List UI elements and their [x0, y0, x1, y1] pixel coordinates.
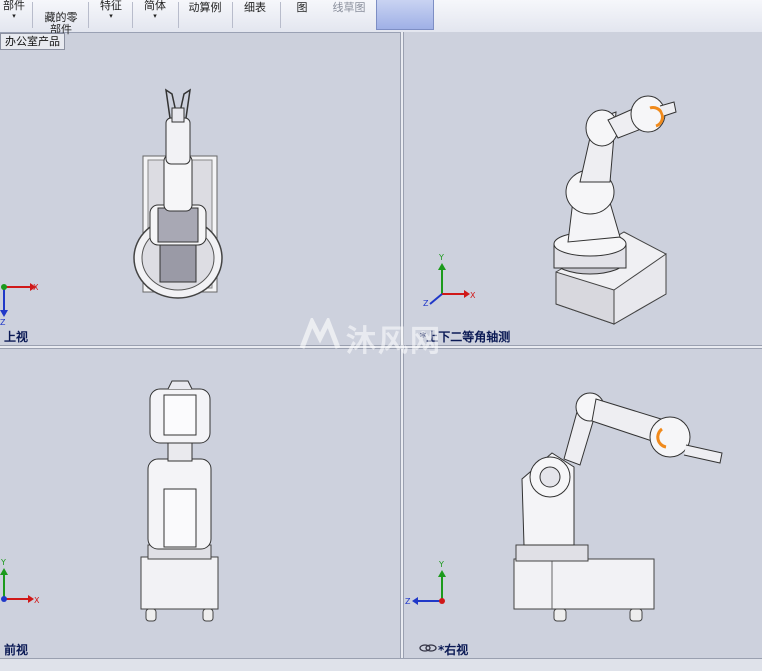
viewport-right[interactable]: Y Z *右视: [404, 349, 762, 658]
status-bar: [0, 658, 762, 671]
ribbon-item-motion-study[interactable]: 动算例: [183, 0, 227, 30]
axis-z-label: Z: [423, 299, 429, 308]
ribbon-item-drawing[interactable]: 图: [290, 0, 314, 30]
chevron-down-icon: ▾: [153, 12, 157, 20]
watermark-text: 沐风网: [346, 324, 442, 359]
ribbon-item-bodies[interactable]: 简体 ▾: [138, 0, 172, 30]
viewport-label-top: 上视: [4, 330, 29, 344]
viewport-front[interactable]: Y X 前视: [0, 349, 400, 658]
axis-x-label: X: [33, 283, 39, 292]
ribbon-separator: [232, 2, 233, 28]
axis-x-label: X: [34, 596, 40, 605]
robot-arm-dimetric-view: [553, 95, 677, 325]
robot-arm-top-view: [133, 88, 223, 299]
ribbon-item-bom[interactable]: 细表: [238, 0, 272, 30]
viewport-label-front: 前视: [4, 643, 29, 657]
command-ribbon: 部件 ▾ 藏的零 部件 特征 ▾ 简体 ▾ 动算例 细表 图 线草图: [0, 0, 762, 36]
viewport-top[interactable]: X Z 上视: [0, 50, 400, 345]
document-tab[interactable]: 办公室产品: [0, 33, 65, 50]
ribbon-separator: [132, 2, 133, 28]
axis-y-label: Y: [438, 253, 444, 262]
viewport-label-right: *右视: [438, 643, 469, 657]
ribbon-separator: [178, 2, 179, 28]
axis-x-label: X: [470, 291, 476, 300]
chevron-down-icon: ▾: [109, 12, 113, 20]
triad-axes: Y X: [0, 558, 40, 605]
ribbon-active-tab[interactable]: [376, 0, 434, 30]
ribbon-item-line-sketch[interactable]: 线草图: [328, 0, 370, 30]
link-views-icon[interactable]: [419, 644, 437, 652]
axis-y-label: Y: [0, 558, 6, 567]
ribbon-item-hidden-parts[interactable]: 藏的零 部件: [38, 0, 84, 36]
axis-z-label: Z: [405, 597, 411, 606]
ribbon-separator: [280, 2, 281, 28]
ribbon-separator: [32, 2, 33, 28]
ribbon-separator: [88, 2, 89, 28]
ribbon-item-features[interactable]: 特征 ▾: [94, 0, 128, 30]
axis-z-label: Z: [0, 318, 6, 327]
ribbon-item-parts[interactable]: 部件 ▾: [0, 0, 28, 30]
robot-arm-front-view: [140, 380, 219, 622]
axis-y-label: Y: [438, 560, 444, 569]
triad-axes: Y Z: [405, 560, 446, 606]
triad-axes: Y X Z: [423, 253, 476, 308]
watermark-logo: [299, 318, 341, 349]
chevron-down-icon: ▾: [12, 12, 16, 20]
viewport-dimetric[interactable]: Y X Z *上下二等角轴测: [404, 32, 762, 345]
robot-arm-right-view: [513, 392, 723, 622]
triad-axes: X Z: [0, 283, 39, 327]
